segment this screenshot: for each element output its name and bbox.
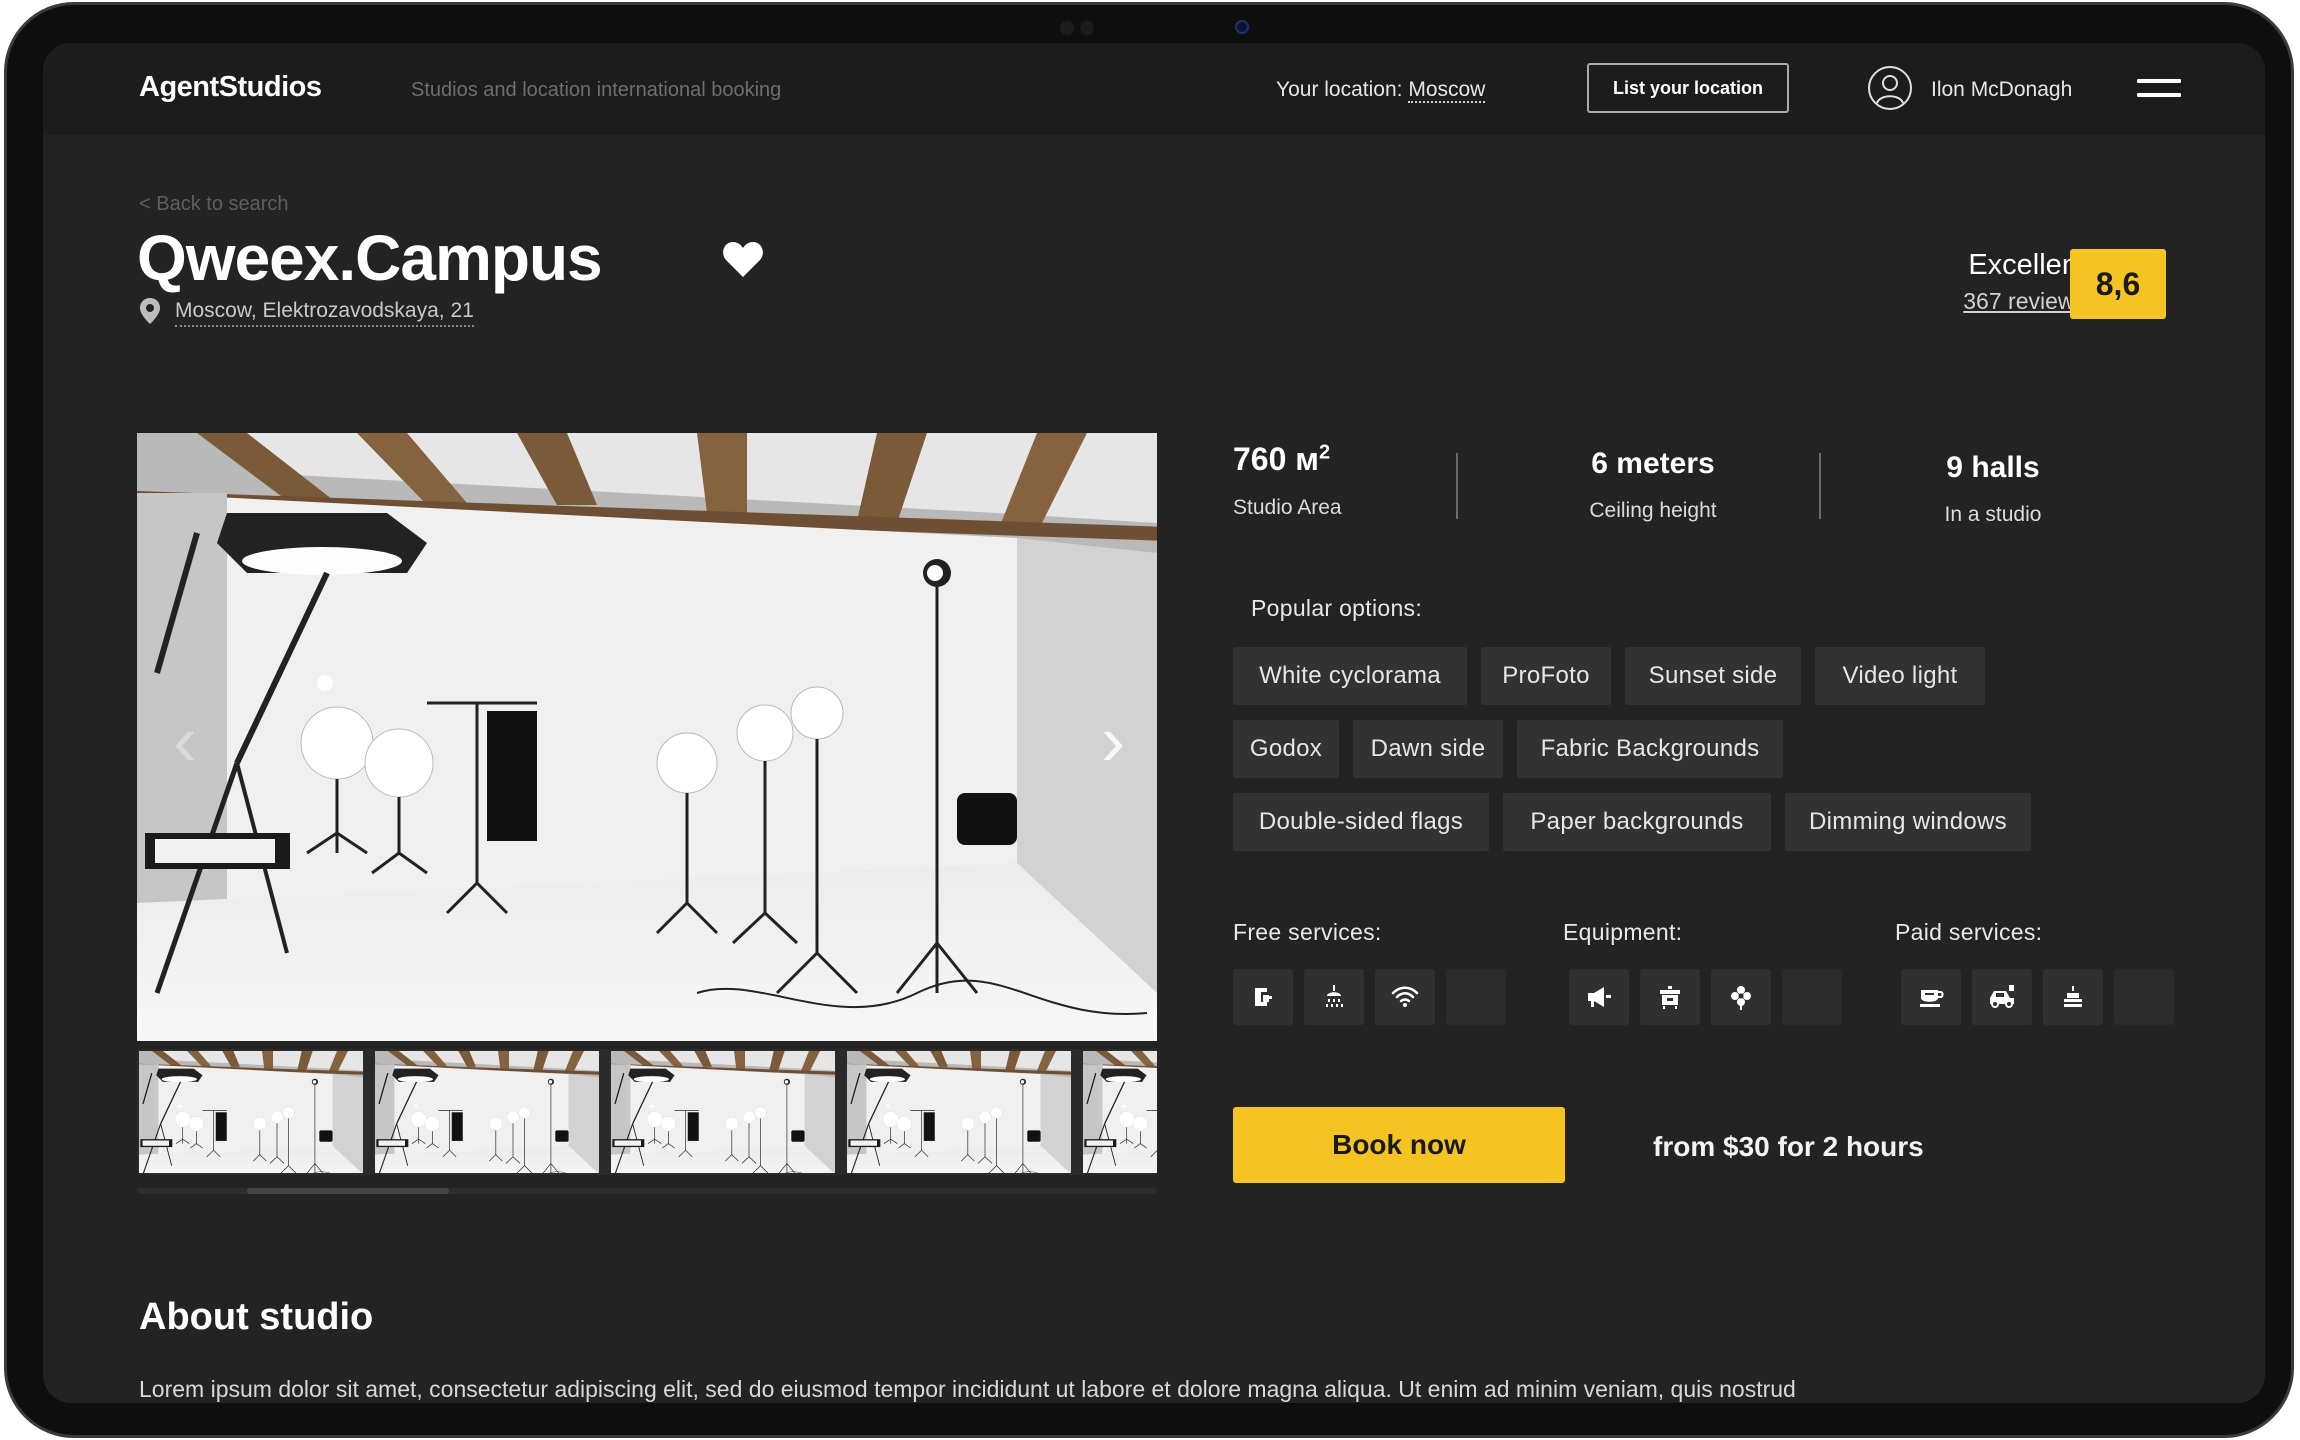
stat-area-label: Studio Area (1233, 496, 1342, 519)
thumbnail-photo (847, 1051, 1071, 1173)
tagline: Studios and location international booki… (411, 79, 782, 101)
option-chip[interactable]: Sunset side (1625, 647, 1801, 705)
location-selector[interactable]: Your location: Moscow (1276, 78, 1486, 103)
hamburger-menu-icon[interactable] (2137, 79, 2181, 101)
option-chip[interactable]: ProFoto (1481, 647, 1611, 705)
camera-dot (1060, 21, 1074, 35)
rating-summary: Excellent 367 reviews (1883, 249, 2086, 315)
price-label: from $30 for 2 hours (1653, 1131, 1924, 1162)
rating-label: Excellent (1968, 249, 2086, 281)
option-chip[interactable]: Paper backgrounds (1503, 793, 1771, 851)
about-studio-text: Lorem ipsum dolor sit amet, consectetur … (139, 1376, 1796, 1402)
gallery-thumbnail[interactable] (139, 1051, 363, 1173)
stat-area-value: 760 м (1233, 441, 1319, 477)
user-name[interactable]: Ilon McDonagh (1931, 78, 2072, 102)
grill-icon[interactable] (1640, 969, 1700, 1025)
thumbnail-photo (375, 1051, 599, 1173)
gallery-thumbnail[interactable] (611, 1051, 835, 1173)
paid-services-title: Paid services: (1895, 919, 2043, 945)
studio-address[interactable]: Moscow, Elektrozavodskaya, 21 (175, 299, 474, 327)
location-city[interactable]: Moscow (1408, 78, 1486, 103)
list-your-location-button[interactable]: List your location (1587, 63, 1789, 113)
stat-area: 760 м2 Studio Area (1233, 441, 1373, 520)
option-chip[interactable]: Video light (1815, 647, 1985, 705)
stat-ceiling-value: 6 meters (1591, 447, 1715, 480)
studio-title: Qweex.Campus (137, 222, 603, 294)
user-avatar-icon[interactable] (1867, 65, 1913, 111)
about-studio-title: About studio (139, 1296, 374, 1338)
top-bar: AgentStudios Studios and location intern… (43, 43, 2265, 135)
back-to-search-link[interactable]: < Back to search (139, 193, 289, 216)
stat-divider (1819, 453, 1821, 519)
coffee-cup-icon[interactable] (1901, 969, 1961, 1025)
car-icon[interactable] (1972, 969, 2032, 1025)
camera-dot (1080, 21, 1094, 35)
gallery-next-arrow[interactable]: › (1093, 701, 1133, 781)
option-chip[interactable]: Godox (1233, 720, 1339, 778)
stat-ceiling-label: Ceiling height (1589, 499, 1717, 522)
coffee-machine-icon[interactable] (1233, 969, 1293, 1025)
shower-icon[interactable] (1304, 969, 1364, 1025)
gallery-thumbnail[interactable] (375, 1051, 599, 1173)
empty-service-slot (2114, 969, 2174, 1025)
flower-icon[interactable] (1711, 969, 1771, 1025)
popular-options-title: Popular options: (1251, 595, 1423, 621)
option-chip[interactable]: White cyclorama (1233, 647, 1467, 705)
tablet-frame: AgentStudios Studios and location intern… (4, 2, 2294, 1438)
free-services-title: Free services: (1233, 919, 1382, 945)
option-chip[interactable]: Double-sided flags (1233, 793, 1489, 851)
gallery-prev-arrow[interactable]: ‹ (165, 701, 205, 781)
location-label: Your location: (1276, 78, 1403, 101)
megaphone-icon[interactable] (1569, 969, 1629, 1025)
stat-divider (1456, 453, 1458, 519)
cake-icon[interactable] (2043, 969, 2103, 1025)
stat-halls-value: 9 halls (1946, 451, 2040, 484)
gallery-thumbnail[interactable] (1083, 1051, 1157, 1173)
reviews-link[interactable]: 367 reviews (1883, 288, 2086, 315)
thumbnail-photo (1083, 1051, 1157, 1173)
logo[interactable]: AgentStudios (139, 71, 322, 104)
empty-service-slot (1782, 969, 1842, 1025)
gallery-thumbnail[interactable] (847, 1051, 1071, 1173)
thumbnail-scrollbar[interactable] (247, 1188, 449, 1194)
thumbnail-strip[interactable] (137, 1049, 1157, 1175)
favorite-heart-icon[interactable] (721, 239, 765, 279)
option-chip[interactable]: Dimming windows (1785, 793, 2031, 851)
camera-lens (1235, 20, 1249, 34)
stat-halls-label: In a studio (1944, 503, 2042, 526)
location-pin-icon (140, 298, 160, 324)
wifi-icon[interactable] (1375, 969, 1435, 1025)
thumbnail-photo (139, 1051, 363, 1173)
option-chip[interactable]: Dawn side (1353, 720, 1503, 778)
stat-halls: 9 halls In a studio (1903, 451, 2083, 527)
equipment-title: Equipment: (1563, 919, 1683, 945)
empty-service-slot (1446, 969, 1506, 1025)
stat-area-unit-sup: 2 (1318, 441, 1331, 464)
rating-score-badge: 8,6 (2070, 249, 2166, 319)
thumbnail-photo (611, 1051, 835, 1173)
book-now-button[interactable]: Book now (1233, 1107, 1565, 1183)
stat-ceiling: 6 meters Ceiling height (1543, 447, 1763, 523)
photo-gallery[interactable]: ‹ › (137, 433, 1157, 1041)
studio-photo (137, 433, 1157, 1041)
option-chip[interactable]: Fabric Backgrounds (1517, 720, 1783, 778)
screen: AgentStudios Studios and location intern… (43, 43, 2265, 1403)
